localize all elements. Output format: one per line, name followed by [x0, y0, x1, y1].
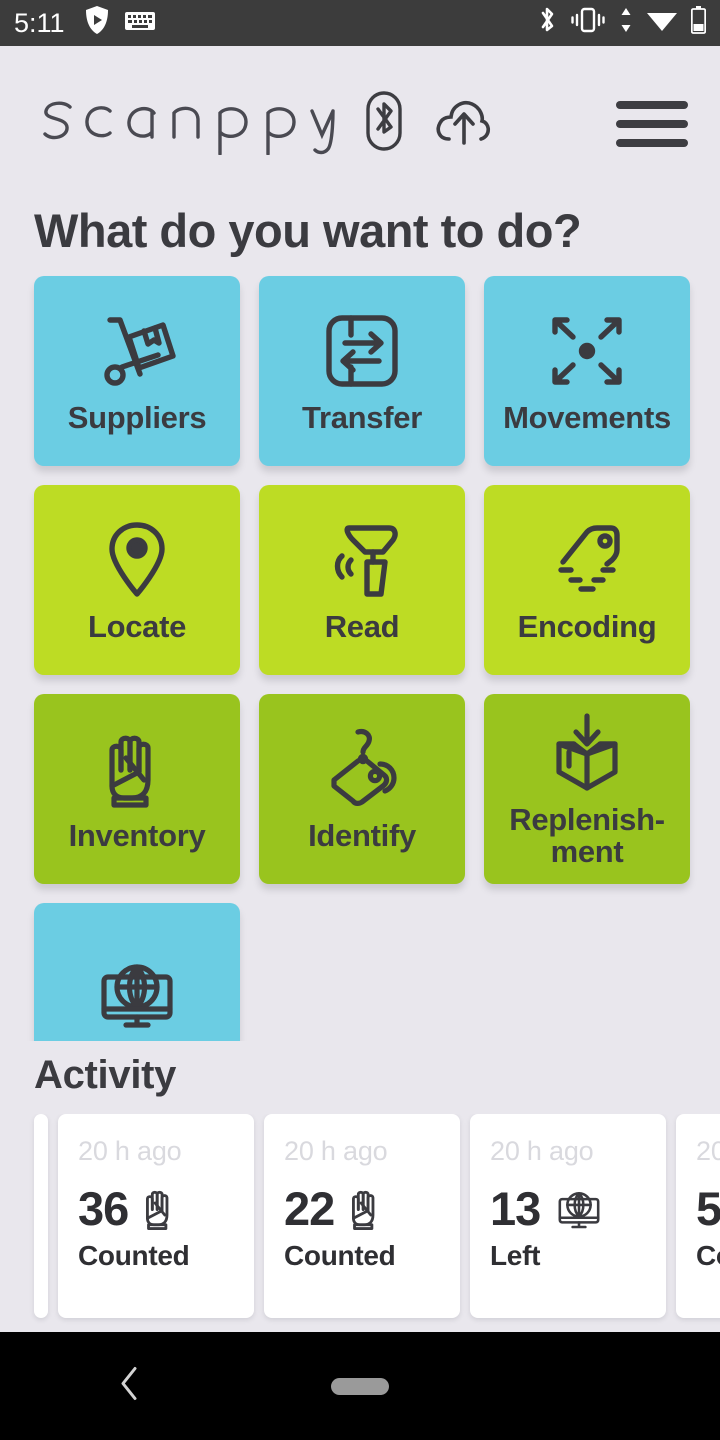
- tile-movements[interactable]: Movements: [484, 276, 690, 466]
- tile-locate[interactable]: Locate: [34, 485, 240, 675]
- android-status-bar: 5:11: [0, 0, 720, 46]
- tile-label: Locate: [87, 609, 187, 645]
- tile-inventory[interactable]: Inventory: [34, 694, 240, 884]
- android-navigation-bar: [0, 1332, 720, 1440]
- globe-monitor-icon: [554, 1188, 604, 1230]
- activity-timestamp: 20 h ago: [78, 1136, 182, 1166]
- activity-value: 22: [284, 1182, 335, 1235]
- keyboard-icon: [124, 8, 155, 39]
- shield-play-icon: [85, 5, 109, 41]
- globe-monitor-icon: [94, 951, 180, 1037]
- tile-remote[interactable]: [34, 903, 240, 1042]
- activity-card[interactable]: 20 h ago 13 Left: [470, 1114, 666, 1318]
- activity-timestamp: 20: [696, 1136, 720, 1166]
- tile-transfer[interactable]: Transfer: [259, 276, 465, 466]
- chevron-left-icon[interactable]: [118, 1366, 140, 1407]
- bluetooth-boxed-icon[interactable]: [361, 90, 407, 157]
- activity-section: Activity 20 h ago 36 Counted 20 h ago 22: [0, 1041, 720, 1332]
- glove-hand-icon: [142, 1186, 180, 1232]
- app-header: [0, 46, 720, 201]
- activity-label: Counted: [78, 1240, 190, 1271]
- hand-truck-icon: [96, 308, 178, 394]
- page-title: What do you want to do?: [34, 204, 582, 257]
- action-tile-grid: Suppliers Transfer Movements Locate Read…: [0, 276, 720, 1042]
- activity-value: 54: [696, 1182, 720, 1235]
- status-bar-right-icons: [537, 5, 707, 42]
- tile-label: Inventory: [68, 818, 206, 854]
- activity-card-scroller[interactable]: 20 h ago 36 Counted 20 h ago 22 Counted …: [0, 1114, 720, 1332]
- tile-label: Replenish- ment: [509, 802, 665, 869]
- glove-hand-icon: [348, 1186, 386, 1232]
- activity-timestamp: 20 h ago: [284, 1136, 388, 1166]
- activity-card[interactable]: 20 h ago 22 Counted: [264, 1114, 460, 1318]
- bluetooth-icon: [537, 5, 557, 42]
- activity-label: Cou: [696, 1240, 720, 1271]
- tile-encoding[interactable]: Encoding: [484, 485, 690, 675]
- activity-card-previous-edge[interactable]: [34, 1114, 48, 1318]
- tile-label: Encoding: [517, 609, 657, 645]
- tile-read[interactable]: Read: [259, 485, 465, 675]
- glove-hand-icon: [102, 726, 172, 812]
- activity-value: 13: [490, 1182, 541, 1235]
- tile-replenishment[interactable]: Replenish- ment: [484, 694, 690, 884]
- tile-label: Movements: [503, 400, 671, 436]
- map-pin-icon: [106, 517, 168, 603]
- activity-title: Activity: [34, 1053, 177, 1097]
- swap-arrows-box-icon: [323, 308, 401, 394]
- battery-icon: [690, 5, 707, 41]
- activity-label: Left: [490, 1240, 541, 1271]
- scanppy-logo[interactable]: [34, 89, 339, 159]
- tile-identify[interactable]: Identify: [259, 694, 465, 884]
- tag-question-icon: [322, 726, 402, 812]
- rfid-tag-icon: [547, 517, 627, 603]
- activity-value: 36: [78, 1182, 129, 1235]
- status-bar-left-icons: [85, 5, 155, 41]
- tile-suppliers[interactable]: Suppliers: [34, 276, 240, 466]
- activity-timestamp: 20 h ago: [490, 1136, 594, 1166]
- main-content: What do you want to do? Suppliers Transf…: [0, 201, 720, 1042]
- phone-screen: 5:11 What do you want to do? Suppliers T…: [0, 0, 720, 1440]
- wifi-icon: [647, 8, 677, 39]
- status-bar-clock: 5:11: [14, 7, 65, 38]
- four-arrows-dot-icon: [547, 308, 627, 394]
- activity-label: Counted: [284, 1240, 396, 1271]
- activity-card[interactable]: 20 54 Cou: [676, 1114, 720, 1318]
- tile-label: Read: [324, 609, 400, 645]
- tile-label: Identify: [308, 818, 416, 854]
- data-transfer-icon: [619, 7, 633, 40]
- barcode-scanner-icon: [323, 517, 401, 603]
- box-arrow-down-icon: [547, 710, 627, 796]
- tile-label: Suppliers: [67, 400, 207, 436]
- hamburger-menu-icon[interactable]: [616, 100, 688, 147]
- header-icon-group: [361, 90, 495, 157]
- activity-card[interactable]: 20 h ago 36 Counted: [58, 1114, 254, 1318]
- tile-label: Transfer: [302, 400, 422, 436]
- home-pill-indicator[interactable]: [331, 1377, 389, 1395]
- vibrate-icon: [571, 7, 605, 40]
- cloud-upload-icon[interactable]: [433, 95, 495, 152]
